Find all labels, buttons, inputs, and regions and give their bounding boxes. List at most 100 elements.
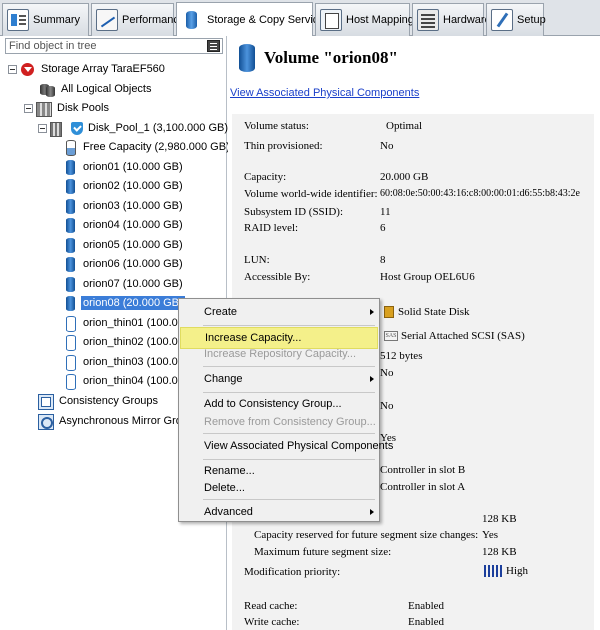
ssd-icon bbox=[384, 306, 394, 319]
performance-icon bbox=[96, 9, 118, 31]
tree-item-label: All Logical Objects bbox=[61, 83, 152, 95]
tree-item-label: Disk_Pool_1 (3,100.000 GB) bbox=[88, 122, 229, 134]
tab-label: Summary bbox=[33, 14, 81, 26]
menu-separator bbox=[203, 325, 375, 326]
tree-item-thin-volume[interactable]: orion_thin03 (100.000 bbox=[64, 353, 192, 371]
tree-item-volume[interactable]: orion07 (10.000 GB) bbox=[64, 275, 185, 293]
tree-item-volume-selected[interactable]: orion08 (20.000 GB) bbox=[64, 294, 185, 312]
prop-value: 8 bbox=[380, 254, 386, 266]
prop-value: 11 bbox=[380, 206, 391, 218]
tree-item-thin-volume[interactable]: orion_thin01 (100.000 bbox=[64, 314, 192, 332]
tab-hardware[interactable]: Hardware bbox=[412, 3, 491, 36]
tab-performance[interactable]: Performance bbox=[91, 3, 185, 36]
consistency-groups-icon bbox=[38, 393, 54, 410]
menu-item-view-physical-components[interactable]: View Associated Physical Components bbox=[180, 435, 393, 457]
find-object-input[interactable] bbox=[6, 39, 202, 53]
tree-item-consistency-groups[interactable]: Consistency Groups bbox=[38, 392, 160, 410]
tree-item-volume[interactable]: orion04 (10.000 GB) bbox=[64, 216, 185, 234]
thin-volume-icon bbox=[64, 315, 78, 332]
tab-label: Host Mappings bbox=[346, 14, 420, 26]
prop-label: LUN: bbox=[244, 254, 270, 266]
tree-item-label: orion01 (10.000 GB) bbox=[83, 161, 183, 173]
prop-label: Volume world-wide identifier: bbox=[244, 188, 378, 200]
tree-options-icon[interactable] bbox=[207, 40, 220, 52]
tree-item-disk-pool-1[interactable]: Disk_Pool_1 (3,100.000 GB) bbox=[38, 119, 230, 137]
submenu-arrow-icon bbox=[370, 376, 374, 382]
prop-label: Subsystem ID (SSID): bbox=[244, 206, 344, 218]
tree-item-label: orion05 (10.000 GB) bbox=[83, 239, 183, 251]
tree-item-free-capacity[interactable]: Free Capacity (2,980.000 GB) bbox=[64, 138, 232, 156]
tree-item-label: orion07 (10.000 GB) bbox=[83, 278, 183, 290]
tab-bar: Summary Performance Storage & Copy Servi… bbox=[0, 0, 600, 37]
prop-label: Volume status: bbox=[244, 120, 309, 132]
tree-item-storage-array[interactable]: Storage Array TaraEF560 bbox=[8, 60, 167, 78]
view-physical-components-link[interactable]: View Associated Physical Components bbox=[230, 87, 419, 99]
tree-item-volume[interactable]: orion03 (10.000 GB) bbox=[64, 197, 185, 215]
menu-item-advanced[interactable]: Advanced bbox=[180, 501, 378, 523]
prop-value: Enabled bbox=[408, 600, 445, 612]
tab-setup[interactable]: Setup bbox=[486, 3, 546, 36]
tree-item-volume[interactable]: orion06 (10.000 GB) bbox=[64, 255, 185, 273]
tree-item-all-logical-objects[interactable]: All Logical Objects bbox=[40, 80, 154, 98]
tree-item-thin-volume[interactable]: orion_thin02 (100.000 bbox=[64, 333, 192, 351]
volume-title: Volume "orion08" bbox=[264, 48, 398, 67]
tree-item-label: orion03 (10.000 GB) bbox=[83, 200, 183, 212]
tab-summary[interactable]: Summary bbox=[2, 3, 89, 36]
prop-label: Maximum future segment size: bbox=[254, 546, 392, 558]
tab-storage-copy-services[interactable]: Storage & Copy Services bbox=[176, 2, 330, 37]
menu-separator bbox=[203, 366, 375, 367]
disk-pool-icon bbox=[50, 121, 68, 137]
prop-label: Thin provisioned: bbox=[244, 140, 323, 152]
submenu-arrow-icon bbox=[370, 309, 374, 315]
prop-label: Capacity: bbox=[244, 171, 287, 183]
collapse-icon[interactable] bbox=[38, 123, 47, 133]
prop-value: No bbox=[380, 367, 394, 379]
tab-host-mappings[interactable]: Host Mappings bbox=[315, 3, 419, 36]
tree-item-thin-volume[interactable]: orion_thin04 (100.000 bbox=[64, 372, 192, 390]
collapse-icon[interactable] bbox=[24, 103, 33, 113]
prop-value: 20.000 GB bbox=[380, 171, 429, 183]
prop-value: No bbox=[380, 140, 394, 152]
tree-item-label: orion_thin02 (100.000 bbox=[83, 336, 191, 348]
menu-item-remove-from-consistency-group[interactable]: Remove from Consistency Group... bbox=[180, 411, 378, 433]
menu-item-delete[interactable]: Delete... bbox=[180, 477, 378, 499]
prop-label: Read cache: bbox=[244, 600, 298, 612]
prop-label: Accessible By: bbox=[244, 271, 311, 283]
setup-icon bbox=[491, 9, 513, 31]
prop-value: Enabled bbox=[408, 616, 445, 628]
tree-item-disk-pools[interactable]: Disk Pools bbox=[24, 99, 111, 117]
menu-item-increase-repository-capacity[interactable]: Increase Repository Capacity... bbox=[180, 343, 378, 365]
tree-item-label: orion_thin03 (100.000 bbox=[83, 356, 191, 368]
prop-value: 128 KB bbox=[482, 513, 517, 525]
volume-icon bbox=[238, 44, 256, 72]
context-menu: Create Increase Capacity... Increase Rep… bbox=[178, 298, 393, 523]
prop-value: 512 bytes bbox=[380, 350, 423, 362]
volume-icon bbox=[64, 295, 78, 311]
sas-icon: SAS bbox=[384, 331, 398, 342]
tree-item-label: orion02 (10.000 GB) bbox=[83, 180, 183, 192]
menu-item-create[interactable]: Create bbox=[180, 301, 378, 323]
volume-icon bbox=[64, 237, 78, 253]
volume-icon bbox=[64, 217, 78, 233]
volume-icon bbox=[64, 178, 78, 194]
summary-icon bbox=[7, 9, 29, 31]
prop-value: No bbox=[380, 400, 394, 412]
tree-item-volume[interactable]: orion02 (10.000 GB) bbox=[64, 177, 185, 195]
hardware-icon bbox=[417, 9, 439, 31]
collapse-icon[interactable] bbox=[8, 64, 17, 74]
volume-icon bbox=[64, 276, 78, 292]
tree-item-label: Storage Array TaraEF560 bbox=[41, 63, 165, 75]
tree-item-volume[interactable]: orion01 (10.000 GB) bbox=[64, 158, 185, 176]
prop-label: RAID level: bbox=[244, 222, 299, 234]
thin-volume-icon bbox=[64, 334, 78, 351]
prop-label: Modification priority: bbox=[244, 566, 341, 578]
mirror-groups-icon bbox=[38, 413, 54, 430]
prop-value: 60:08:0e:50:00:43:16:c8:00:00:01:d6:55:b… bbox=[380, 188, 580, 199]
host-mappings-icon bbox=[320, 9, 342, 31]
tree-item-label: orion08 (20.000 GB) bbox=[81, 296, 185, 310]
menu-separator bbox=[203, 499, 375, 500]
storage-icon bbox=[181, 9, 203, 31]
menu-item-change[interactable]: Change bbox=[180, 368, 378, 390]
disk-pools-icon bbox=[36, 101, 52, 117]
tree-item-volume[interactable]: orion05 (10.000 GB) bbox=[64, 236, 185, 254]
